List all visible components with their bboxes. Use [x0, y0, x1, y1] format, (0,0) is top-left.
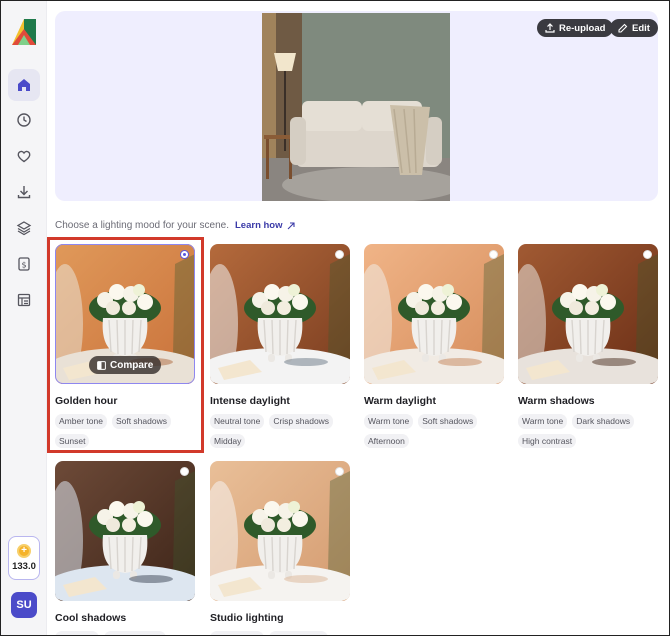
sidebar: $ + 133.0 SU [1, 1, 47, 635]
edit-icon [618, 23, 628, 33]
svg-text:$: $ [21, 261, 26, 270]
credits-value: 133.0 [12, 561, 36, 572]
credits-badge[interactable]: + 133.0 [8, 536, 40, 580]
mood-tag: Neutral tone [210, 414, 265, 429]
mood-prompt-text: Choose a lighting mood for your scene. [55, 220, 229, 231]
mood-tag: Amber tone [55, 414, 107, 429]
room-image [262, 13, 450, 201]
nav-downloads[interactable] [8, 176, 40, 208]
mood-thumbnail[interactable] [55, 461, 195, 601]
mood-tag: Sunset [55, 433, 90, 448]
mood-title: Studio lighting [210, 612, 284, 624]
app-window: $ + 133.0 SU Re-upload Edit Choose a lig… [0, 0, 670, 636]
mood-radio[interactable] [335, 467, 344, 476]
compare-label: Compare [110, 359, 154, 371]
mood-card[interactable]: Warm shadows Warm tone Dark shadows High co… [518, 244, 658, 448]
avatar[interactable]: SU [11, 592, 37, 618]
app-logo[interactable] [10, 17, 38, 47]
mood-title: Golden hour [55, 395, 118, 407]
nav-favorites[interactable] [8, 140, 40, 172]
history-icon [17, 113, 31, 127]
mood-preview-image [518, 244, 658, 384]
templates-icon [17, 293, 31, 307]
mood-tag: Neutral tone [210, 631, 265, 635]
mood-tags: Amber tone Soft shadows Sunset [55, 414, 195, 448]
mood-tag: Soft shadows [418, 414, 478, 429]
mood-card[interactable]: Studio lighting Neutral tone Soft shadows [210, 461, 350, 635]
mood-tag: Soft shadows [111, 414, 171, 429]
mood-radio[interactable] [180, 467, 189, 476]
mood-prompt: Choose a lighting mood for your scene. L… [55, 220, 295, 231]
mood-radio[interactable] [489, 250, 498, 259]
nav-home[interactable] [8, 69, 40, 101]
mood-title: Warm daylight [364, 395, 436, 407]
mood-thumbnail[interactable] [210, 244, 350, 384]
nav-templates[interactable] [8, 284, 40, 316]
download-icon [17, 186, 31, 199]
mood-preview-image [210, 244, 350, 384]
mood-title: Intense daylight [210, 395, 290, 407]
mood-tag: Warm tone [364, 414, 414, 429]
billing-icon: $ [18, 257, 30, 271]
mood-thumbnail[interactable]: Compare [55, 244, 195, 384]
compare-button[interactable]: Compare [89, 356, 162, 374]
mood-radio[interactable] [180, 250, 189, 259]
mood-tag: Cool tone [55, 631, 100, 635]
mood-card[interactable]: Warm daylight Warm tone Soft shadows Aftern… [364, 244, 504, 448]
compare-icon [97, 360, 106, 370]
mood-tag: Dark shadows [104, 631, 167, 635]
nav-layers[interactable] [8, 212, 40, 244]
learn-how-link[interactable]: Learn how [235, 220, 295, 231]
mood-card[interactable]: Intense daylight Neutral tone Crisp shadow… [210, 244, 350, 448]
edit-button[interactable]: Edit [610, 19, 658, 37]
coin-icon: + [17, 544, 31, 558]
nav-billing[interactable]: $ [8, 248, 40, 280]
mood-thumbnail[interactable] [210, 461, 350, 601]
reupload-button[interactable]: Re-upload [537, 19, 614, 37]
home-icon [18, 79, 30, 91]
mood-tag: Dark shadows [572, 414, 635, 429]
mood-tag: Warm tone [518, 414, 568, 429]
mood-card[interactable]: Compare Golden hour Amber tone Soft shadows… [55, 244, 195, 448]
mood-tags: Warm tone Dark shadows High contrast [518, 414, 658, 448]
mood-tags: Neutral tone Soft shadows [210, 631, 350, 635]
mood-preview-image [364, 244, 504, 384]
mood-tag: Crisp shadows [269, 414, 334, 429]
mood-tags: Neutral tone Crisp shadows Midday [210, 414, 350, 448]
mood-radio[interactable] [335, 250, 344, 259]
heart-icon [17, 150, 31, 163]
nav-history[interactable] [8, 104, 40, 136]
mood-radio[interactable] [643, 250, 652, 259]
mood-tag: Midday [210, 433, 246, 448]
mood-preview-image [55, 461, 195, 601]
scene-preview: Re-upload Edit [55, 11, 658, 201]
edit-label: Edit [632, 22, 650, 34]
mood-title: Warm shadows [518, 395, 595, 407]
external-arrow-icon [287, 221, 295, 229]
layers-icon [16, 221, 32, 236]
mood-card[interactable]: Cool shadows Cool tone Dark shadows [55, 461, 195, 635]
mood-thumbnail[interactable] [518, 244, 658, 384]
mood-tags: Cool tone Dark shadows [55, 631, 195, 635]
mood-thumbnail[interactable] [364, 244, 504, 384]
learn-how-label: Learn how [235, 220, 283, 231]
upload-icon [545, 23, 555, 33]
mood-preview-image [210, 461, 350, 601]
mood-tag: Afternoon [364, 433, 409, 448]
mood-title: Cool shadows [55, 612, 127, 624]
mood-tags: Warm tone Soft shadows Afternoon [364, 414, 504, 448]
reupload-label: Re-upload [559, 22, 606, 34]
mood-tag: Soft shadows [269, 631, 329, 635]
mood-tag: High contrast [518, 433, 577, 448]
